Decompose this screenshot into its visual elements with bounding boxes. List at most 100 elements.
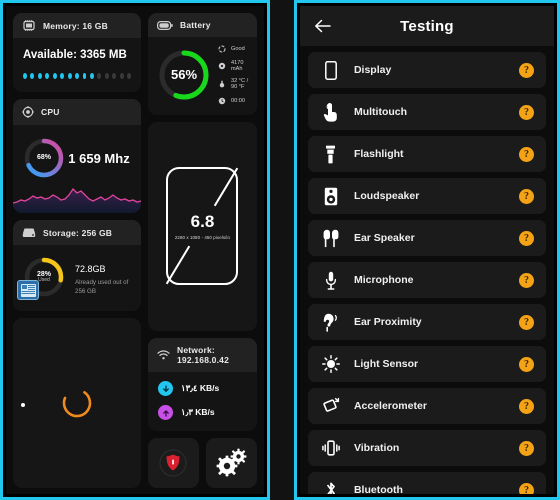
network-upload-value: ١٫٣ KB/s bbox=[181, 407, 215, 417]
status-badge[interactable]: ? bbox=[519, 146, 534, 162]
display-size: 6.8 bbox=[190, 212, 215, 232]
memory-card-title: Memory: 16 GB bbox=[43, 20, 108, 31]
phone-outline-shape: 6.8 2280 x 1080 - 450 pixels/in bbox=[166, 167, 239, 286]
dashboard-panel: Memory: 16 GB Available: 3365 MB CPU 68%… bbox=[0, 0, 270, 500]
download-arrow-icon bbox=[158, 381, 173, 396]
status-badge[interactable]: ? bbox=[519, 356, 534, 372]
storage-used-value: 72.8 bbox=[75, 264, 93, 275]
storage-subtitle: Already used out of 256 GB bbox=[75, 279, 129, 295]
cpu-usage-percent: 68% bbox=[36, 154, 51, 162]
test-item-label: Light Sensor bbox=[353, 358, 419, 370]
status-badge[interactable]: ? bbox=[519, 272, 534, 288]
left-edge-dot bbox=[21, 403, 25, 407]
test-item-vibration[interactable]: Vibration ? bbox=[307, 430, 546, 466]
status-badge[interactable]: ? bbox=[519, 314, 534, 330]
cpu-frequency: 1 659 Mhz bbox=[68, 150, 130, 166]
test-item-label: Accelerometer bbox=[353, 400, 427, 412]
test-item-multitouch[interactable]: Multitouch ? bbox=[307, 94, 546, 130]
status-badge[interactable]: ? bbox=[519, 62, 534, 78]
memory-available-text: Available: 3365 MB bbox=[23, 49, 127, 61]
microphone-icon bbox=[321, 271, 341, 290]
display-card[interactable]: 6.8 2280 x 1080 - 450 pixels/in bbox=[148, 121, 257, 331]
network-card-header: Network: 192.168.0.42 bbox=[148, 338, 257, 372]
testing-panel: Testing Display ? Multitouch ? Flashligh… bbox=[293, 0, 560, 500]
test-item-label: Multitouch bbox=[353, 106, 408, 118]
storage-used-unit: GB bbox=[92, 264, 106, 275]
test-item-loudspeaker[interactable]: Loudspeaker ? bbox=[307, 178, 546, 214]
battery-time-text: 00:00 bbox=[231, 97, 245, 104]
display-resolution: 2280 x 1080 - 450 pixels/in bbox=[174, 235, 231, 241]
loading-card bbox=[13, 318, 141, 488]
battery-icon bbox=[157, 20, 173, 30]
light-sensor-icon bbox=[321, 355, 341, 373]
loading-spinner-icon bbox=[60, 386, 94, 420]
battery-temperature-row: 32 °C / 90 °F bbox=[218, 78, 250, 90]
network-download-value: ١٣٫٤ KB/s bbox=[181, 383, 220, 393]
test-item-microphone[interactable]: Microphone ? bbox=[307, 262, 546, 298]
test-item-display[interactable]: Display ? bbox=[307, 52, 546, 88]
cpu-card[interactable]: CPU 68% 1 659 Mhz bbox=[13, 99, 141, 213]
phone-outline-icon bbox=[321, 60, 341, 80]
test-item-ear-speaker[interactable]: Ear Speaker ? bbox=[307, 220, 546, 256]
battery-health-text: Good bbox=[231, 46, 245, 52]
gears-icon bbox=[217, 448, 247, 477]
vibration-icon bbox=[321, 439, 341, 457]
status-badge[interactable]: ? bbox=[519, 482, 534, 494]
battery-percent: 56% bbox=[170, 67, 198, 83]
test-item-ear-proximity[interactable]: Ear Proximity ? bbox=[307, 304, 546, 340]
battery-card-title: Battery bbox=[180, 20, 211, 30]
cpu-card-header: CPU bbox=[13, 99, 141, 125]
touch-hand-icon bbox=[321, 102, 341, 122]
network-card[interactable]: Network: 192.168.0.42 ١٣٫٤ KB/s ١٫٣ KB/s bbox=[148, 338, 257, 431]
battery-time-row: 00:00 bbox=[218, 97, 250, 105]
test-item-bluetooth[interactable]: Bluetooth ? bbox=[307, 472, 546, 494]
action-button-row bbox=[148, 438, 257, 488]
accelerometer-icon bbox=[321, 397, 341, 415]
status-badge[interactable]: ? bbox=[519, 188, 534, 204]
battery-capacity-text: 4170 mAh bbox=[231, 59, 244, 72]
test-item-label: Flashlight bbox=[353, 148, 404, 160]
diagonal-line-top bbox=[214, 167, 239, 207]
storage-drive-icon bbox=[22, 227, 36, 238]
wifi-icon bbox=[157, 350, 170, 360]
network-upload-row: ١٫٣ KB/s bbox=[158, 405, 247, 420]
back-arrow-icon[interactable] bbox=[314, 19, 334, 33]
status-badge[interactable]: ? bbox=[519, 104, 534, 120]
test-item-label: Display bbox=[353, 64, 392, 76]
cpu-icon bbox=[22, 106, 34, 118]
test-item-accelerometer[interactable]: Accelerometer ? bbox=[307, 388, 546, 424]
earbuds-icon bbox=[321, 229, 341, 248]
storage-used-label: Used bbox=[38, 277, 50, 284]
page-title: Testing bbox=[400, 17, 454, 35]
security-button[interactable] bbox=[148, 438, 199, 488]
overlay-window-icon-left[interactable] bbox=[17, 280, 39, 300]
settings-button[interactable] bbox=[205, 438, 257, 488]
storage-card-header: Storage: 256 GB bbox=[13, 220, 141, 245]
test-item-flashlight[interactable]: Flashlight ? bbox=[307, 136, 546, 172]
network-download-row: ١٣٫٤ KB/s bbox=[158, 381, 247, 396]
status-badge[interactable]: ? bbox=[519, 440, 534, 456]
cpu-history-graph bbox=[13, 173, 141, 213]
battery-card[interactable]: Battery 56% Good 4170 mAh 32 °C / 90 °F … bbox=[148, 13, 257, 115]
flashlight-icon bbox=[321, 145, 341, 164]
loudspeaker-icon bbox=[321, 187, 341, 206]
app-screen: Memory: 16 GB Available: 3365 MB CPU 68%… bbox=[0, 0, 560, 500]
battery-temperature-text: 32 °C / 90 °F bbox=[231, 78, 249, 90]
ear-proximity-icon bbox=[321, 313, 341, 332]
network-card-title: Network: 192.168.0.42 bbox=[177, 345, 230, 365]
clock-icon bbox=[218, 97, 226, 105]
temperature-icon bbox=[218, 80, 226, 88]
memory-chip-icon bbox=[22, 20, 36, 31]
test-item-light-sensor[interactable]: Light Sensor ? bbox=[307, 346, 546, 382]
upload-arrow-icon bbox=[158, 405, 173, 420]
status-badge[interactable]: ? bbox=[519, 230, 534, 246]
battery-level-ring: 56% bbox=[155, 46, 213, 104]
battery-capacity-row: 4170 mAh bbox=[218, 60, 250, 72]
memory-usage-dots bbox=[23, 73, 132, 79]
status-badge[interactable]: ? bbox=[519, 398, 534, 414]
battery-health-row: Good bbox=[218, 45, 250, 53]
testing-header: Testing bbox=[299, 6, 554, 46]
capacity-icon bbox=[218, 62, 226, 70]
memory-card[interactable]: Memory: 16 GB Available: 3365 MB bbox=[13, 13, 141, 92]
test-item-label: Ear Proximity bbox=[353, 316, 422, 328]
